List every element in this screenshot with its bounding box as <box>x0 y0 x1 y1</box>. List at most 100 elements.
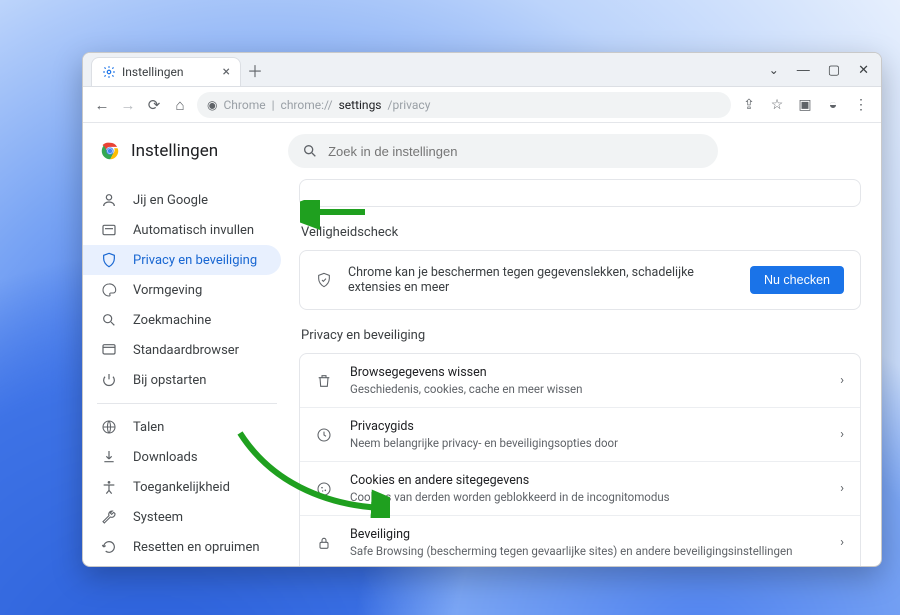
sidebar-item-automatisch-invullen[interactable]: Automatisch invullen <box>83 215 281 245</box>
title-bar: Instellingen × ＋ ⌄ — ▢ ✕ <box>83 53 881 87</box>
sidebar-item-label: Downloads <box>133 450 198 465</box>
sidebar-item-zoekmachine[interactable]: Zoekmachine <box>83 305 281 335</box>
bookmark-icon[interactable]: ☆ <box>767 97 787 113</box>
address-bar[interactable]: ◉ Chrome | chrome://settings/privacy <box>197 92 731 118</box>
row-subtitle: Neem belangrijke privacy- en beveiliging… <box>350 436 826 450</box>
url-tail: /privacy <box>388 98 431 112</box>
sidebar-item-label: Jij en Google <box>133 193 208 208</box>
privacy-row-beveiliging[interactable]: Beveiliging Safe Browsing (bescherming te… <box>300 515 860 566</box>
settings-sidebar: Jij en Google Automatisch invullen Privacy… <box>83 179 291 566</box>
menu-icon[interactable]: ⋮ <box>851 97 871 113</box>
row-subtitle: Geschiedenis, cookies, cache en meer wis… <box>350 382 826 396</box>
sidebar-item-downloads[interactable]: Downloads <box>83 442 281 472</box>
download-icon <box>101 449 119 465</box>
chevron-right-icon: › <box>840 373 844 388</box>
maximize-button[interactable]: ▢ <box>828 62 840 78</box>
shield-check-icon <box>316 272 336 288</box>
safety-check-button[interactable]: Nu checken <box>750 266 844 294</box>
accessibility-icon <box>101 479 119 495</box>
site-info-icon[interactable]: ◉ <box>207 98 217 112</box>
wrench-icon <box>101 509 119 525</box>
sidebar-item-toegankelijkheid[interactable]: Toegankelijkheid <box>83 472 281 502</box>
close-window-button[interactable]: ✕ <box>858 62 869 78</box>
sidebar-item-vormgeving[interactable]: Vormgeving <box>83 275 281 305</box>
settings-main: Veiligheidscheck Chrome kan je bescherme… <box>291 179 881 566</box>
sidebar-item-label: Standaardbrowser <box>133 343 239 358</box>
url-scheme: chrome:// <box>281 98 333 112</box>
chevron-right-icon: › <box>840 481 844 496</box>
sidebar-item-bij-opstarten[interactable]: Bij opstarten <box>83 365 281 395</box>
sidebar-item-label: Bij opstarten <box>133 373 206 388</box>
row-title: Beveiliging <box>350 527 826 542</box>
profile-icon[interactable]: ◒ <box>823 96 843 113</box>
sidebar-item-talen[interactable]: Talen <box>83 412 281 442</box>
chevron-right-icon: › <box>840 535 844 550</box>
sidebar-item-label: Privacy en beveiliging <box>133 253 257 268</box>
row-title: Browsegegevens wissen <box>350 365 826 380</box>
chevron-down-icon[interactable]: ⌄ <box>769 63 779 77</box>
privacy-row-browsegegevens-wissen[interactable]: Browsegegevens wissen Geschiedenis, cooki… <box>300 354 860 407</box>
browser-toolbar: ← → ⟳ ⌂ ◉ Chrome | chrome://settings/pri… <box>83 87 881 123</box>
sidebar-item-label: Systeem <box>133 510 183 525</box>
person-icon <box>101 192 119 208</box>
sidebar-item-label: Zoekmachine <box>133 313 211 328</box>
sidebar-item-standaardbrowser[interactable]: Standaardbrowser <box>83 335 281 365</box>
cookie-icon <box>316 481 336 497</box>
privacy-row-cookies-en-andere-sitegegevens[interactable]: Cookies en andere sitegegevens Cookies va… <box>300 461 860 515</box>
new-tab-button[interactable]: ＋ <box>241 53 269 86</box>
lock-icon <box>316 535 336 551</box>
reset-icon <box>101 539 119 555</box>
power-icon <box>101 372 119 388</box>
browser-window: Instellingen × ＋ ⌄ — ▢ ✕ ← → ⟳ ⌂ ◉ Chrom… <box>82 52 882 567</box>
page-title: Instellingen <box>131 141 218 161</box>
sidebar-item-label: Talen <box>133 420 164 435</box>
url-host: settings <box>339 98 382 112</box>
settings-header: Instellingen <box>83 123 881 179</box>
settings-search-input[interactable] <box>328 144 704 159</box>
section-title-privacy: Privacy en beveiliging <box>301 328 861 343</box>
trash-icon <box>316 373 336 389</box>
row-title: Privacygids <box>350 419 826 434</box>
privacy-row-privacygids[interactable]: Privacygids Neem belangrijke privacy- en … <box>300 407 860 461</box>
search-icon <box>101 312 119 328</box>
sidebar-item-systeem[interactable]: Systeem <box>83 502 281 532</box>
window-controls: ⌄ — ▢ ✕ <box>757 53 881 86</box>
globe-icon <box>101 419 119 435</box>
sidebar-item-label: Toegankelijkheid <box>133 480 230 495</box>
safety-check-card: Chrome kan je beschermen tegen gegevensl… <box>299 250 861 310</box>
safety-text: Chrome kan je beschermen tegen gegevensl… <box>348 265 738 295</box>
home-button[interactable]: ⌂ <box>171 96 189 114</box>
sidebar-item-jij-en-google[interactable]: Jij en Google <box>83 185 281 215</box>
row-subtitle: Cookies van derden worden geblokkeerd in… <box>350 490 826 504</box>
palette-icon <box>101 282 119 298</box>
row-subtitle: Safe Browsing (bescherming tegen gevaarl… <box>350 544 826 558</box>
url-prefix: Chrome <box>223 98 265 112</box>
share-icon[interactable]: ⇪ <box>739 97 759 113</box>
privacy-list: Browsegegevens wissen Geschiedenis, cooki… <box>299 353 861 566</box>
browser-icon <box>101 342 119 358</box>
sidebar-item-resetten-en-opruimen[interactable]: Resetten en opruimen <box>83 532 281 562</box>
browser-tab[interactable]: Instellingen × <box>91 57 241 86</box>
guide-icon <box>316 427 336 443</box>
back-button[interactable]: ← <box>93 96 111 114</box>
chrome-logo-icon <box>99 140 121 162</box>
sidebar-item-privacy-en-beveiliging[interactable]: Privacy en beveiliging <box>83 245 281 275</box>
chevron-right-icon: › <box>840 427 844 442</box>
forward-button[interactable]: → <box>119 96 137 114</box>
tab-title: Instellingen <box>122 65 183 79</box>
minimize-button[interactable]: — <box>797 62 810 77</box>
collapsed-card <box>299 179 861 207</box>
sidebar-item-label: Resetten en opruimen <box>133 540 260 555</box>
shield-icon <box>101 252 119 268</box>
search-icon <box>302 143 318 159</box>
close-tab-icon[interactable]: × <box>223 64 230 80</box>
sidebar-separator <box>97 403 277 404</box>
reload-button[interactable]: ⟳ <box>145 96 163 114</box>
settings-search[interactable] <box>288 134 718 168</box>
autofill-icon <box>101 222 119 238</box>
section-title-safety: Veiligheidscheck <box>301 225 861 240</box>
sidebar-item-label: Automatisch invullen <box>133 223 254 238</box>
extensions-icon[interactable]: ▣ <box>795 97 815 113</box>
row-title: Cookies en andere sitegegevens <box>350 473 826 488</box>
gear-icon <box>102 65 116 79</box>
